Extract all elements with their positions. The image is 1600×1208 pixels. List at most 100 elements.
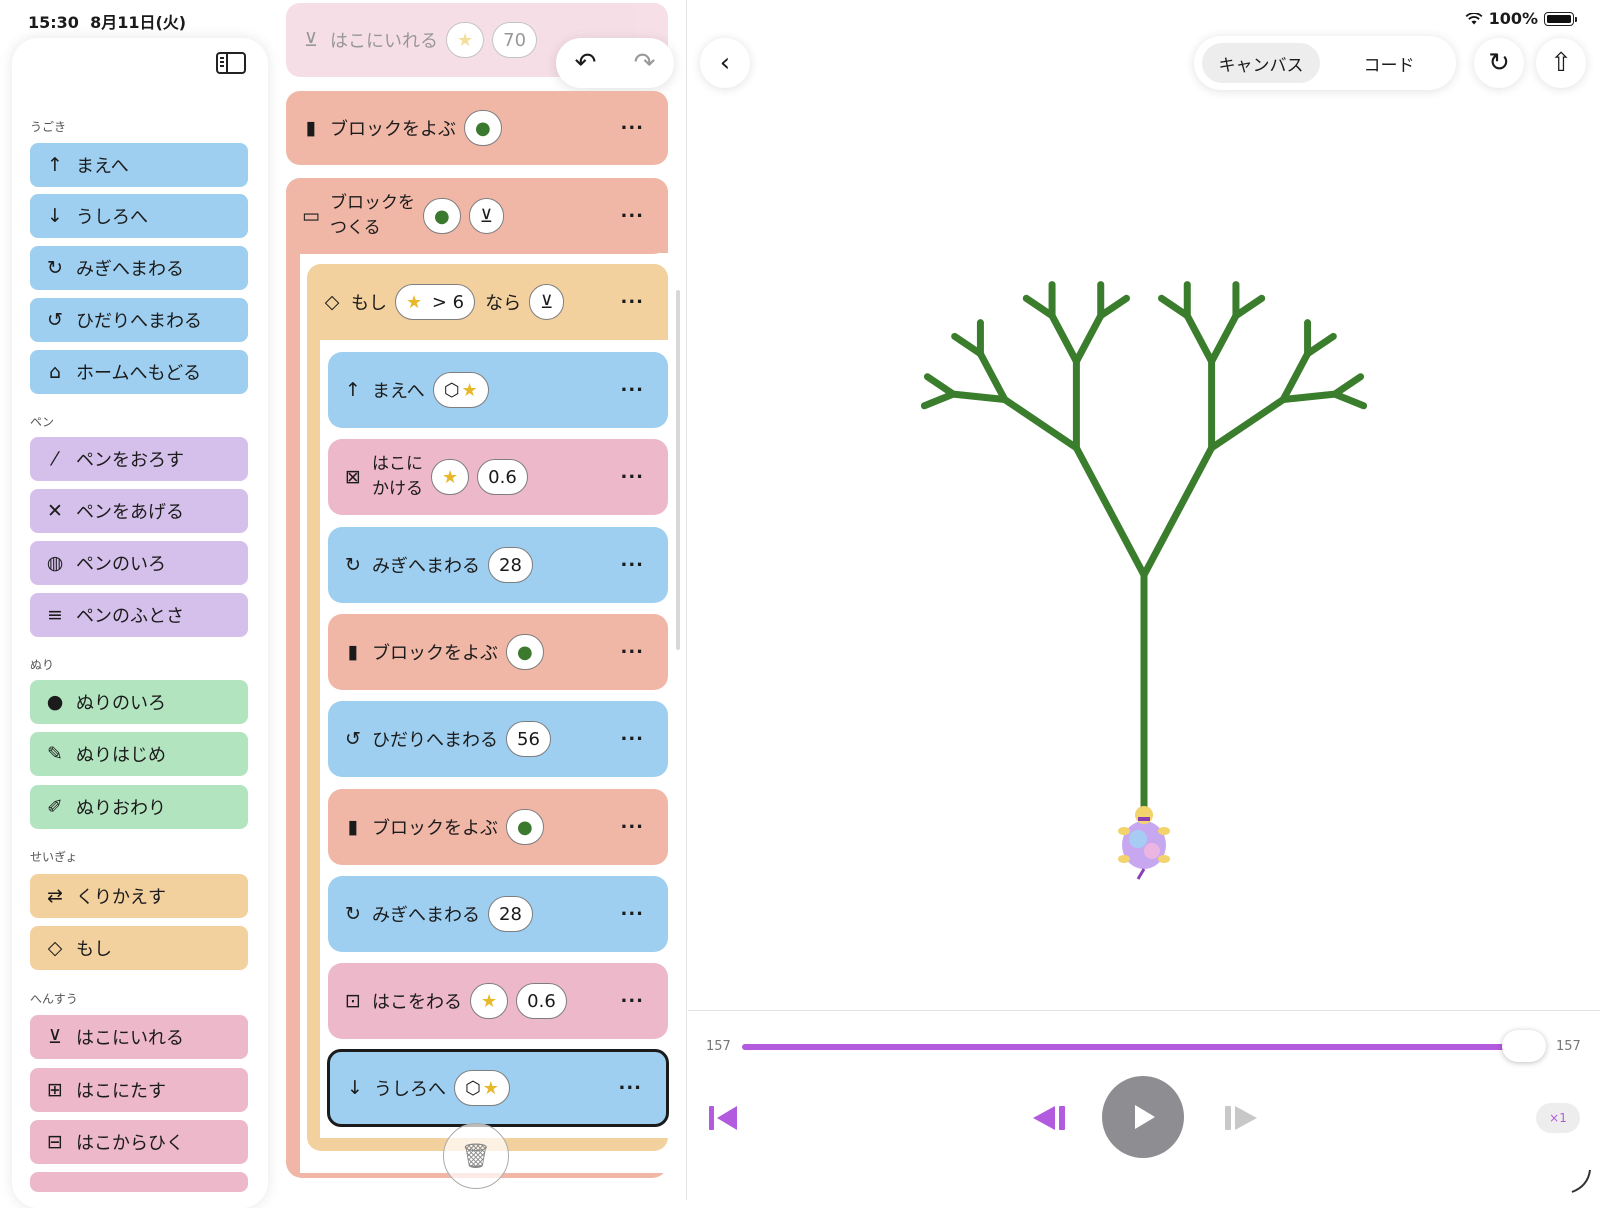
skip-to-start-button[interactable] [706, 1102, 740, 1134]
code-call-block-2[interactable]: ▮ ブロックをよぶ ● ··· [328, 614, 668, 690]
resize-grip-icon[interactable] [1568, 1168, 1594, 1194]
star-icon: ★ [461, 379, 478, 401]
code-multiply-block[interactable]: ⊠ はこに かける ★ 0.6 ··· [328, 439, 668, 515]
play-button[interactable] [1102, 1076, 1184, 1158]
value-pill[interactable]: 0.6 [477, 459, 528, 495]
tree-pill[interactable]: ● [506, 809, 544, 845]
more-icon[interactable]: ··· [620, 292, 644, 313]
tree-pill[interactable]: ● [423, 198, 461, 234]
cube-icon: ⬡ [465, 1077, 481, 1099]
download-pill[interactable]: ⊻ [468, 198, 504, 234]
more-icon[interactable]: ··· [620, 642, 644, 663]
code-if-block[interactable]: ◇ もし ★ > 6 なら ⊻ ··· [307, 264, 668, 340]
step-slider-thumb[interactable] [1502, 1030, 1546, 1062]
download-pill[interactable]: ⊻ [529, 284, 565, 320]
more-icon[interactable]: ··· [620, 729, 644, 750]
question-diamond-icon: ◇ [47, 937, 63, 959]
star-icon: ★ [406, 291, 423, 313]
step-back-button[interactable] [1030, 1102, 1070, 1134]
tree-branch [976, 350, 1009, 404]
tree-branch [1097, 294, 1131, 320]
code-divide-block[interactable]: ⊡ はこをわる ★ 0.6 ··· [328, 963, 668, 1039]
step-forward-button[interactable] [1220, 1102, 1260, 1134]
tab-code[interactable]: コード [1330, 43, 1448, 83]
palette-fill-end[interactable]: ✐ ぬりおわり [30, 785, 248, 829]
tree-branch [1048, 312, 1080, 365]
rotate-left-icon: ↺ [345, 728, 361, 750]
palette-backward[interactable]: ↓ うしろへ [30, 194, 248, 238]
code-scrollbar[interactable] [676, 290, 680, 650]
star-icon: ★ [482, 1077, 499, 1099]
palette-fill-start[interactable]: ✎ ぬりはじめ [30, 732, 248, 776]
palette-pen-width[interactable]: ≡ ペンのふとさ [30, 593, 248, 637]
palette-forward[interactable]: ↑ まえへ [30, 143, 248, 187]
palette-if[interactable]: ◇ もし [30, 926, 248, 970]
palette-pen-down[interactable]: ⁄ ペンをおろす [30, 437, 248, 481]
tray-in-icon: ⊻ [48, 1026, 62, 1048]
trash-icon[interactable]: 🗑 [443, 1123, 509, 1189]
var-pill[interactable]: ⬡ ★ [454, 1070, 510, 1106]
code-forward-block[interactable]: ↑ まえへ ⬡ ★ ··· [328, 352, 668, 428]
undo-icon[interactable]: ↶ [575, 48, 597, 78]
reset-button[interactable]: ↻ [1474, 38, 1524, 88]
pen-off-icon: ✕ [47, 500, 63, 522]
code-backward-block-selected[interactable]: ↓ うしろへ ⬡ ★ ··· [327, 1049, 669, 1127]
palette-pen-up[interactable]: ✕ ペンをあげる [30, 489, 248, 533]
code-turn-right-block-2[interactable]: ↻ みぎへまわる 28 ··· [328, 876, 668, 952]
palette-turn-left[interactable]: ↺ ひだりへまわる [30, 298, 248, 342]
value-pill[interactable]: 70 [492, 22, 538, 58]
var-star-pill[interactable]: ★ [431, 459, 470, 495]
more-icon[interactable]: ··· [620, 904, 644, 925]
code-define-block[interactable]: ▭ ブロックを つくる ● ⊻ ··· [286, 178, 668, 254]
back-button[interactable]: ‹ [700, 38, 750, 88]
palette-add-box[interactable]: ⊞ はこにたす [30, 1068, 248, 1112]
code-call-block-1[interactable]: ▮ ブロックをよぶ ● ··· [286, 91, 668, 165]
star-icon: ★ [457, 29, 474, 51]
more-icon[interactable]: ··· [620, 991, 644, 1012]
palette-home[interactable]: ⌂ ホームへもどる [30, 350, 248, 394]
palette-fill-color[interactable]: ● ぬりのいろ [30, 680, 248, 724]
tree-pill[interactable]: ● [506, 634, 544, 670]
speed-badge[interactable]: ×1 [1536, 1103, 1580, 1133]
tree-branch [1232, 294, 1266, 320]
value-pill[interactable]: 0.6 [516, 983, 567, 1019]
code-turn-left-block[interactable]: ↺ ひだりへまわる 56 ··· [328, 701, 668, 777]
more-icon[interactable]: ··· [620, 118, 644, 139]
more-icon[interactable]: ··· [620, 555, 644, 576]
section-motion: うごき [30, 120, 67, 134]
value-pill[interactable]: 28 [488, 896, 533, 932]
code-turn-right-block-1[interactable]: ↻ みぎへまわる 28 ··· [328, 527, 668, 603]
condition-pill[interactable]: ★ > 6 [395, 284, 476, 320]
share-icon: ⇧ [1550, 48, 1572, 78]
repeat-icon: ⇄ [47, 885, 63, 907]
arrow-down-icon: ↓ [347, 1077, 363, 1099]
value-pill[interactable]: 56 [506, 721, 551, 757]
var-star-pill[interactable]: ★ [470, 983, 509, 1019]
puzzle-outline-icon: ▭ [302, 205, 320, 227]
palette-turn-right[interactable]: ↻ みぎへまわる [30, 246, 248, 290]
step-slider-track[interactable] [742, 1044, 1524, 1050]
more-icon[interactable]: ··· [620, 380, 644, 401]
more-icon[interactable]: ··· [620, 206, 644, 227]
more-icon[interactable]: ··· [618, 1078, 642, 1099]
sidebar-toggle-icon[interactable] [216, 52, 246, 74]
share-button[interactable]: ⇧ [1536, 38, 1586, 88]
turtle-sprite [1118, 806, 1170, 880]
redo-icon[interactable]: ↷ [634, 48, 656, 78]
var-star-pill[interactable]: ★ [446, 22, 485, 58]
plus-box-icon: ⊞ [47, 1079, 63, 1101]
more-icon[interactable]: ··· [620, 467, 644, 488]
code-call-block-3[interactable]: ▮ ブロックをよぶ ● ··· [328, 789, 668, 865]
tree-pill[interactable]: ● [464, 110, 502, 146]
palette-next-item[interactable] [30, 1172, 248, 1192]
more-icon[interactable]: ··· [620, 817, 644, 838]
puzzle-icon: ▮ [305, 117, 317, 139]
palette-sub-box[interactable]: ⊟ はこからひく [30, 1120, 248, 1164]
tree-branch [951, 332, 984, 358]
palette-repeat[interactable]: ⇄ くりかえす [30, 874, 248, 918]
var-pill[interactable]: ⬡ ★ [432, 372, 489, 408]
palette-pen-color[interactable]: ◍ ペンのいろ [30, 541, 248, 585]
value-pill[interactable]: 28 [488, 547, 533, 583]
tab-canvas[interactable]: キャンバス [1202, 43, 1320, 83]
palette-set-box[interactable]: ⊻ はこにいれる [30, 1015, 248, 1059]
